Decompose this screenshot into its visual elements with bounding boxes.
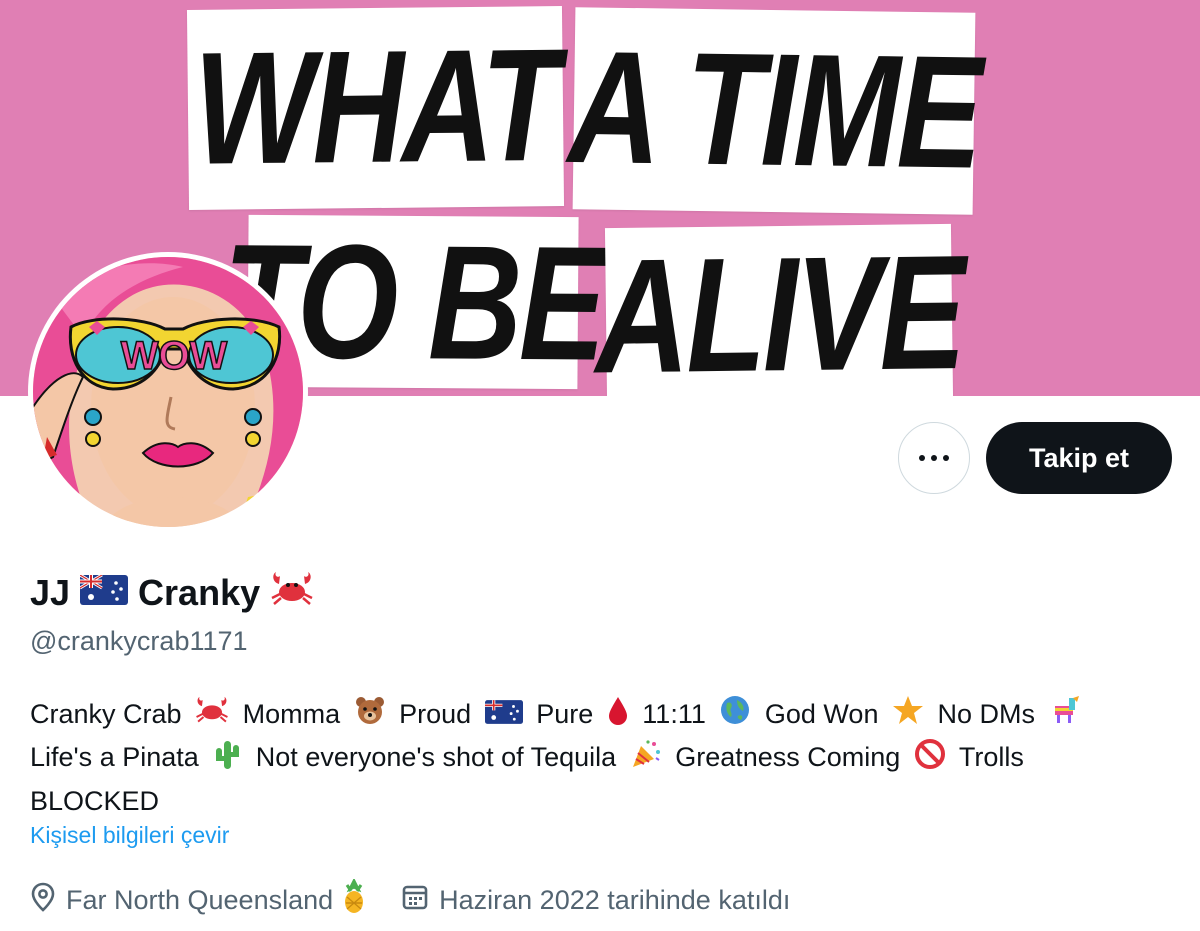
bio-text: Greatness Coming [675, 742, 901, 773]
bio-text: Pure [536, 699, 594, 729]
profile-location: Far North Queensland [66, 884, 334, 915]
bio-text: God Won [764, 699, 879, 729]
bio-text: No DMs [937, 699, 1036, 729]
svg-text:WOW: WOW [121, 334, 228, 378]
display-name-part2: Cranky [138, 572, 261, 613]
banner-word-a-time: A TIME [567, 7, 981, 215]
more-options-button[interactable] [898, 422, 970, 494]
crab-icon [195, 695, 229, 736]
bio-text: Life's a Pinata [30, 742, 199, 773]
bear-icon [354, 695, 386, 736]
calendar-icon [401, 883, 429, 918]
prohibited-icon [914, 738, 946, 781]
more-dots-icon [916, 455, 952, 461]
bio-text: 11:11 [642, 699, 706, 729]
australia-flag-icon [484, 696, 523, 736]
follow-button-label: Takip et [1028, 442, 1130, 473]
profile-avatar[interactable]: WOW [28, 252, 308, 532]
translate-bio-link[interactable]: Kişisel bilgileri çevir [30, 822, 229, 849]
avatar-illustration: WOW [33, 257, 303, 527]
party-popper-icon [630, 738, 662, 781]
pineapple-icon [341, 877, 367, 922]
profile-meta: Far North Queensland Haziran 2022 tarihi… [30, 877, 791, 922]
star-icon [892, 695, 924, 736]
bio-text: Not everyone's shot of Tequila [255, 742, 617, 773]
pinata-icon [1049, 694, 1081, 737]
follow-button[interactable]: Takip et [986, 422, 1172, 494]
bio-text: Cranky Crab [30, 699, 182, 729]
bio-text: Trolls [958, 742, 1024, 773]
banner-word-what: WHAT [186, 6, 565, 210]
profile-bio: Cranky Crab Momma Proud Pure 11:11 God W… [30, 694, 1180, 821]
bio-text: BLOCKED [30, 785, 160, 816]
profile-joined-date: Haziran 2022 tarihinde katıldı [439, 884, 791, 915]
drop-icon [607, 695, 629, 736]
display-name-part1: JJ [30, 572, 71, 613]
globe-icon [719, 694, 751, 737]
crab-icon [270, 570, 314, 617]
bio-text: Proud [399, 699, 472, 729]
australia-flag-icon [79, 572, 129, 614]
bio-text: Momma [242, 699, 341, 729]
location-pin-icon [30, 882, 56, 919]
cactus-icon [212, 738, 242, 781]
display-name: JJ Cranky [30, 570, 324, 616]
banner-word-alive: ALIVE [594, 220, 964, 396]
profile-handle: @crankycrab1171 [30, 626, 248, 656]
